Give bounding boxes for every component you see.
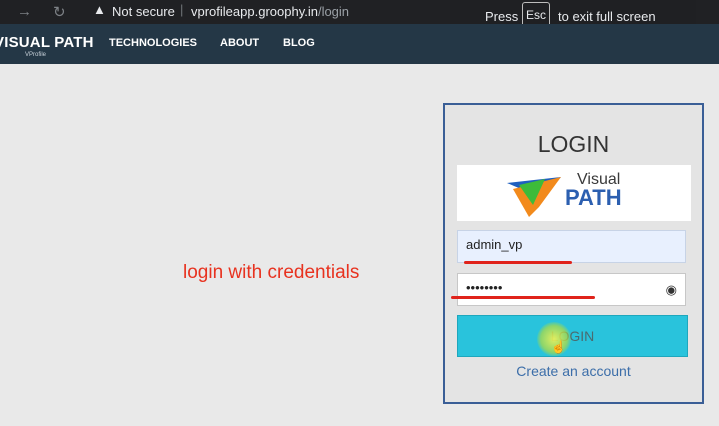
create-account-link[interactable]: Create an account [445,363,702,379]
nav-link-about[interactable]: ABOUT [220,37,259,49]
notice-suffix: to exit full screen [558,9,656,24]
login-button[interactable]: LOGIN [457,315,688,357]
eye-icon[interactable]: ◉ [666,282,677,298]
url-path: /login [317,4,350,19]
password-field[interactable]: •••••••• ◉ [457,273,686,306]
url-host: vprofileapp.groophy.in [191,4,318,19]
brand-logo[interactable]: VISUAL PATH [0,34,94,51]
reload-icon[interactable]: ↻ [53,3,66,21]
visual-path-logo: Visual PATH [457,165,691,221]
annotation-underline-password [451,296,595,299]
username-field[interactable]: admin_vp [457,230,686,263]
site-navbar: VISUAL PATH VProfile TECHNOLOGIES ABOUT … [0,24,719,64]
logo-text-path: PATH [565,185,622,210]
password-value: •••••••• [466,280,503,295]
annotation-underline-username [464,261,572,264]
brand-subtitle: VProfile [25,52,47,58]
url-field[interactable]: vprofileapp.groophy.in/login [191,4,349,19]
nav-link-blog[interactable]: BLOG [283,37,315,49]
forward-arrow-icon[interactable]: → [17,3,32,20]
hand-cursor-icon: ☝ [551,340,566,354]
notice-prefix: Press [485,9,519,24]
annotation-text: login with credentials [183,262,360,283]
warning-icon[interactable]: ▲ [93,2,106,17]
login-title: LOGIN [537,131,610,157]
url-separator: | [180,2,184,17]
nav-link-technologies[interactable]: TECHNOLOGIES [109,37,197,49]
security-label[interactable]: Not secure [112,4,175,19]
login-card: LOGIN Visual PATH admin_vp •••••••• ◉ LO… [443,103,704,404]
